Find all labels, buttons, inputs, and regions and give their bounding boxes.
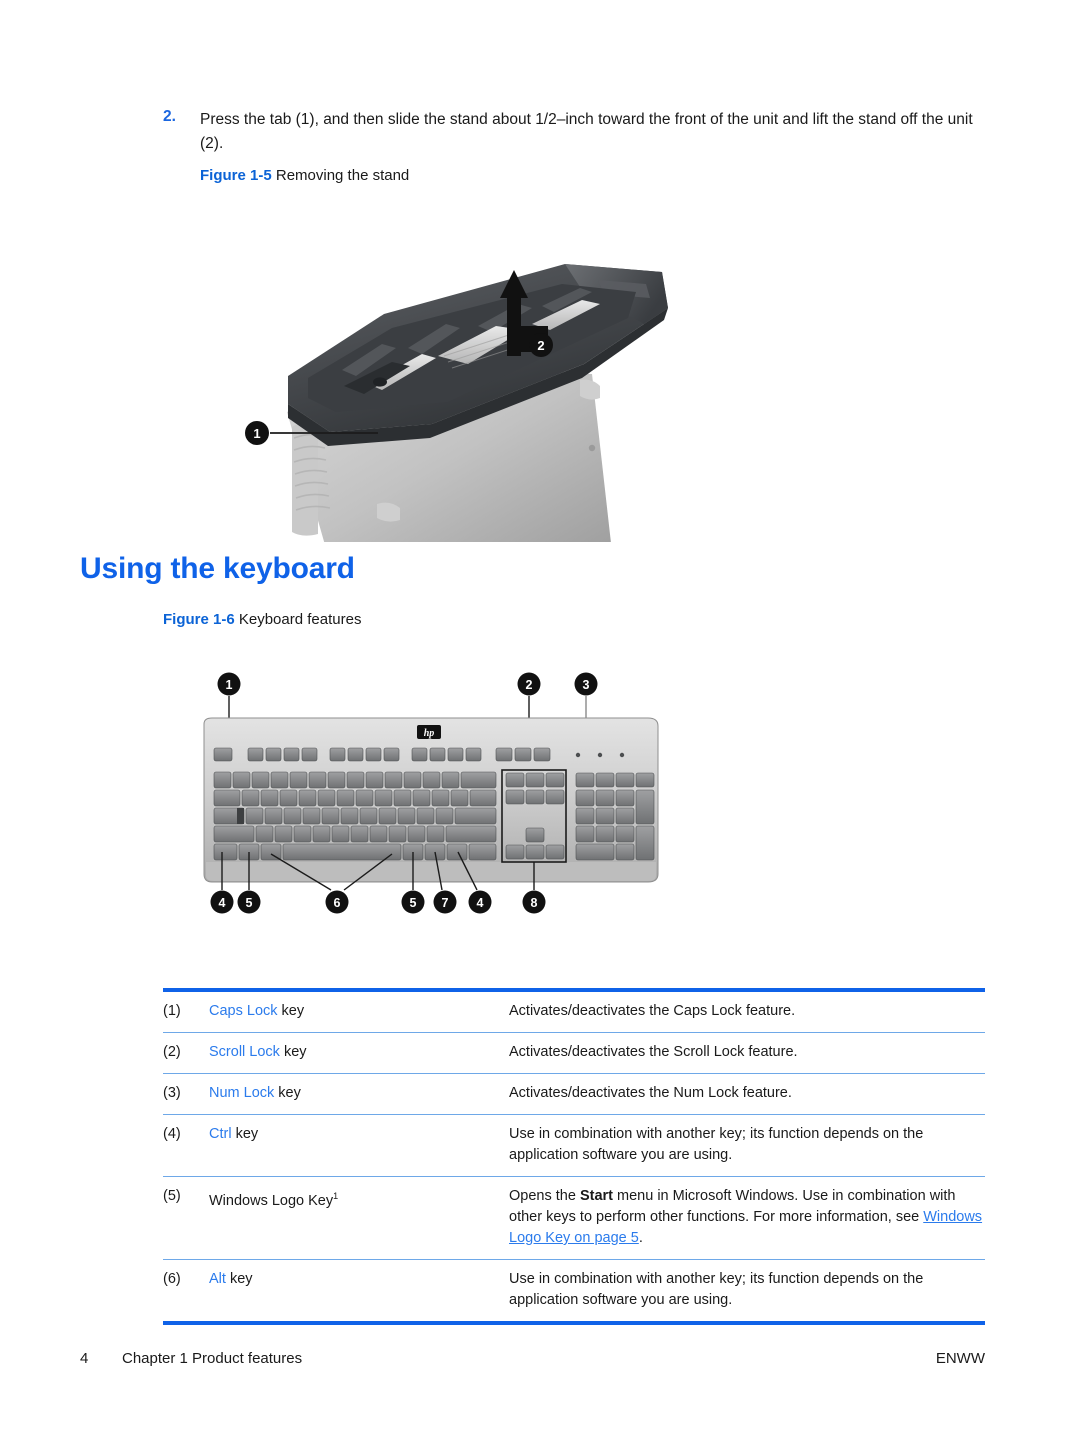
- figure-1-5-image: 2 1: [232, 252, 684, 552]
- page-footer: 4 Chapter 1 Product features ENWW: [80, 1350, 985, 1367]
- svg-text:7: 7: [442, 896, 449, 910]
- table-row: (3) Num Lock key Activates/deactivates t…: [163, 1074, 985, 1115]
- svg-text:1: 1: [253, 426, 260, 441]
- svg-text:8: 8: [531, 896, 538, 910]
- table-row: (4) Ctrl key Use in combination with ano…: [163, 1115, 985, 1177]
- table-row: (2) Scroll Lock key Activates/deactivate…: [163, 1033, 985, 1074]
- locale-label: ENWW: [935, 1350, 985, 1367]
- svg-text:2: 2: [537, 338, 544, 353]
- row-index: (1): [163, 1003, 181, 1019]
- row-description: Activates/deactivates the Num Lock featu…: [509, 1085, 792, 1101]
- figure-1-5-caption: Figure 1-5 Removing the stand: [200, 166, 409, 186]
- row-description: Use in combination with another key; its…: [509, 1271, 924, 1308]
- row-index: (2): [163, 1044, 181, 1060]
- row-description: Activates/deactivates the Caps Lock feat…: [509, 1003, 796, 1019]
- keyboard-features-table: (1) Caps Lock key Activates/deactivates …: [163, 988, 985, 1325]
- svg-text:4: 4: [219, 896, 226, 910]
- row-index: (6): [163, 1271, 181, 1287]
- row-description: Opens the Start menu in Microsoft Window…: [509, 1186, 985, 1249]
- table-row: (6) Alt key Use in combination with anot…: [163, 1260, 985, 1321]
- key-term: Scroll Lock: [209, 1044, 280, 1060]
- row-key-name: Caps Lock key: [209, 1001, 509, 1022]
- svg-text:3: 3: [583, 678, 590, 692]
- row-key-name: Scroll Lock key: [209, 1042, 509, 1063]
- start-menu-emphasis: Start: [579, 1188, 613, 1204]
- row-index: (4): [163, 1126, 181, 1142]
- desc-part-3: .: [638, 1230, 643, 1246]
- table-row: (1) Caps Lock key Activates/deactivates …: [163, 992, 985, 1033]
- figure-1-5-label: Figure 1-5: [200, 167, 272, 184]
- figure-1-6-caption: Figure 1-6 Keyboard features: [163, 610, 361, 630]
- footnote-marker: 1: [333, 1191, 339, 1201]
- row-key-name: Num Lock key: [209, 1083, 509, 1104]
- numbered-step: 2. Press the tab (1), and then slide the…: [163, 108, 983, 156]
- svg-text:1: 1: [226, 678, 233, 692]
- svg-text:6: 6: [334, 896, 341, 910]
- page-number: 4: [80, 1350, 89, 1367]
- chapter-label: Chapter 1 Product features: [122, 1350, 303, 1367]
- key-term: Ctrl: [209, 1126, 232, 1142]
- row-description: Use in combination with another key; its…: [509, 1126, 924, 1163]
- row-index: (3): [163, 1085, 181, 1101]
- figure-1-6-label: Figure 1-6: [163, 611, 235, 628]
- document-page: 2. Press the tab (1), and then slide the…: [0, 0, 1080, 1437]
- key-suffix: key: [279, 1044, 307, 1060]
- page-title: Using the keyboard: [80, 552, 355, 585]
- figure-1-6-image: 1 2 3 hp 4 5 6 5 7 4 8: [196, 662, 666, 940]
- key-term: Windows Logo Key: [209, 1192, 334, 1209]
- svg-text:5: 5: [246, 896, 253, 910]
- key-suffix: key: [225, 1271, 253, 1287]
- key-term: Caps Lock: [209, 1003, 278, 1019]
- figure-1-6-title: Keyboard features: [238, 611, 362, 628]
- svg-text:4: 4: [477, 896, 484, 910]
- row-description: Activates/deactivates the Scroll Lock fe…: [509, 1044, 798, 1060]
- step-number: 2.: [163, 108, 176, 125]
- table-row: (5) Windows Logo Key1 Opens the Start me…: [163, 1177, 985, 1260]
- figure-1-5-title: Removing the stand: [275, 167, 410, 184]
- key-suffix: key: [231, 1126, 259, 1142]
- key-suffix: key: [274, 1085, 301, 1101]
- svg-text:2: 2: [526, 678, 533, 692]
- row-key-name: Windows Logo Key1: [209, 1186, 509, 1249]
- desc-part-1: Opens the: [509, 1188, 580, 1204]
- step-text: Press the tab (1), and then slide the st…: [200, 111, 973, 152]
- svg-text:hp: hp: [424, 728, 435, 739]
- key-suffix: key: [277, 1003, 305, 1019]
- row-key-name: Alt key: [209, 1269, 509, 1311]
- key-term: Num Lock: [209, 1085, 275, 1101]
- row-key-name: Ctrl key: [209, 1124, 509, 1166]
- svg-text:5: 5: [410, 896, 417, 910]
- key-term: Alt: [209, 1271, 226, 1287]
- row-index: (5): [163, 1188, 181, 1204]
